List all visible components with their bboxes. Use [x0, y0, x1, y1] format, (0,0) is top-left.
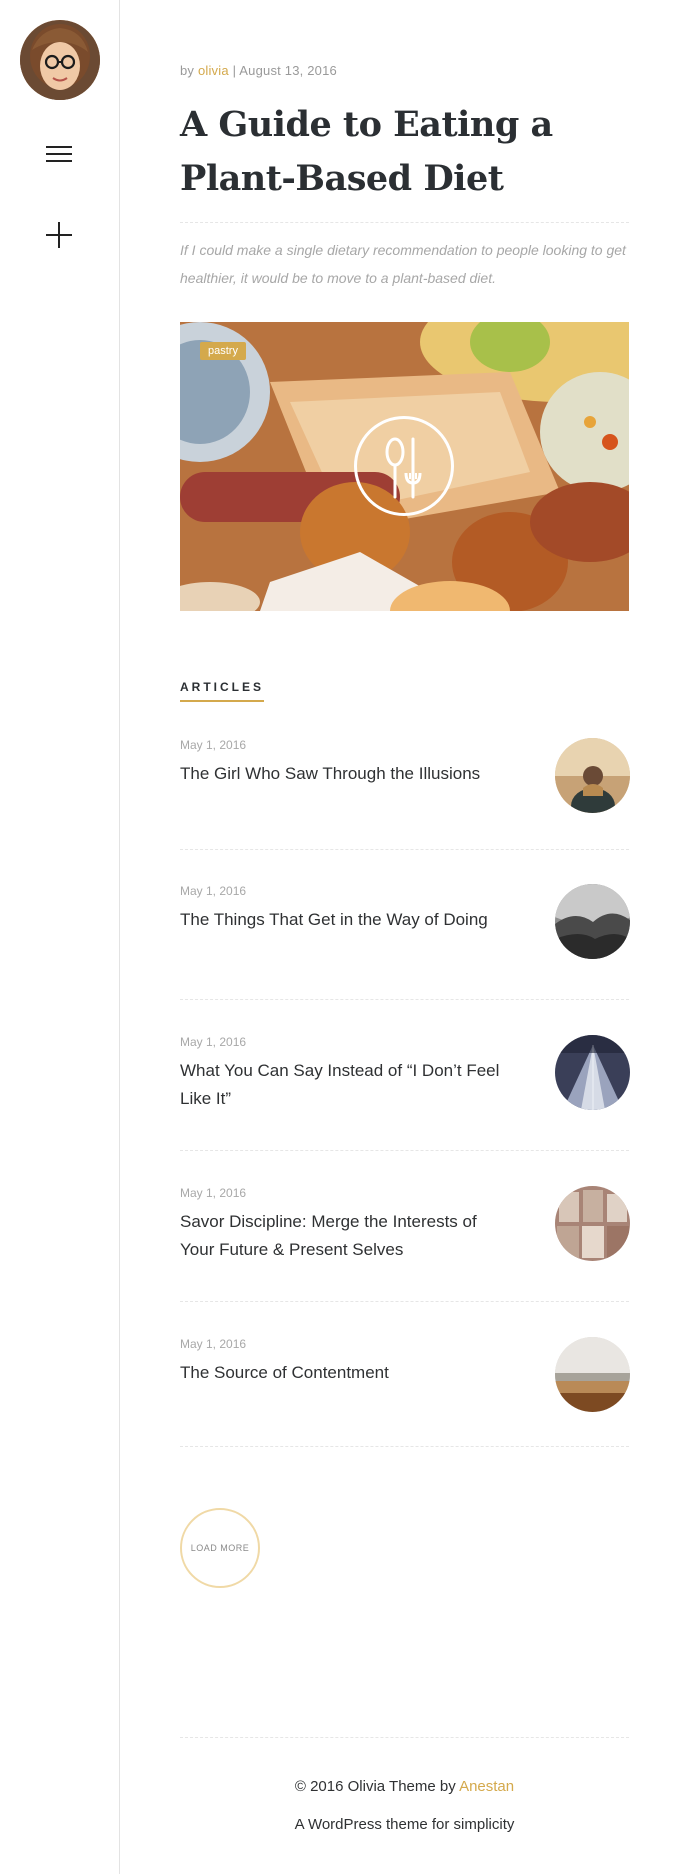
hamburger-menu-icon[interactable]	[46, 146, 72, 162]
category-badge[interactable]: pastry	[200, 342, 246, 360]
footer-divider	[180, 1737, 629, 1738]
article-title[interactable]: The Source of Contentment	[180, 1359, 500, 1387]
load-more-button[interactable]: LOAD MORE	[180, 1508, 260, 1588]
utensils-icon	[354, 416, 454, 516]
by-label: by	[180, 63, 195, 78]
meta-separator: |	[232, 63, 237, 78]
avatar-image	[20, 20, 100, 100]
skyscraper-photo[interactable]	[555, 1035, 630, 1110]
author-link[interactable]: olivia	[198, 63, 229, 78]
article-date: May 1, 2016	[180, 1186, 247, 1200]
article-divider	[180, 1150, 629, 1151]
article-divider	[180, 1446, 629, 1447]
article-divider	[180, 1301, 629, 1302]
post-date: August 13, 2016	[239, 63, 337, 78]
author-avatar[interactable]	[20, 20, 100, 100]
articles-heading: ARTICLES	[180, 680, 264, 694]
featured-image[interactable]: pastry	[180, 322, 629, 611]
theme-author-link[interactable]: Anestan	[459, 1778, 514, 1795]
foggy-forest-photo[interactable]	[555, 884, 630, 959]
books-stack-photo[interactable]	[555, 1186, 630, 1261]
plus-icon[interactable]	[46, 222, 72, 248]
article-divider	[180, 999, 629, 1000]
post-excerpt: If I could make a single dietary recomme…	[180, 242, 626, 286]
footer-tagline: A WordPress theme for simplicity	[294, 1816, 515, 1833]
post-title[interactable]: A Guide to Eating a Plant-Based Diet	[180, 98, 629, 206]
article-date: May 1, 2016	[180, 1337, 247, 1351]
article-title[interactable]: The Things That Get in the Way of Doing	[180, 906, 500, 934]
title-divider	[180, 222, 629, 223]
person-sunset-photo[interactable]	[555, 738, 630, 813]
footer-copyright: © 2016 Olivia Theme by Anestan	[180, 1778, 629, 1795]
article-date: May 1, 2016	[180, 738, 247, 752]
article-title[interactable]: What You Can Say Instead of “I Don’t Fee…	[180, 1057, 500, 1113]
copyright-text: © 2016 Olivia Theme by	[294, 1778, 456, 1795]
article-divider	[180, 849, 629, 850]
article-title[interactable]: Savor Discipline: Merge the Interests of…	[180, 1208, 500, 1264]
article-title[interactable]: The Girl Who Saw Through the Illusions	[180, 760, 500, 788]
article-date: May 1, 2016	[180, 884, 247, 898]
article-date: May 1, 2016	[180, 1035, 247, 1049]
articles-underline	[180, 700, 264, 702]
beach-landscape-photo[interactable]	[555, 1337, 630, 1412]
sidebar	[0, 0, 120, 1874]
post-meta: by olivia | August 13, 2016	[180, 63, 337, 78]
